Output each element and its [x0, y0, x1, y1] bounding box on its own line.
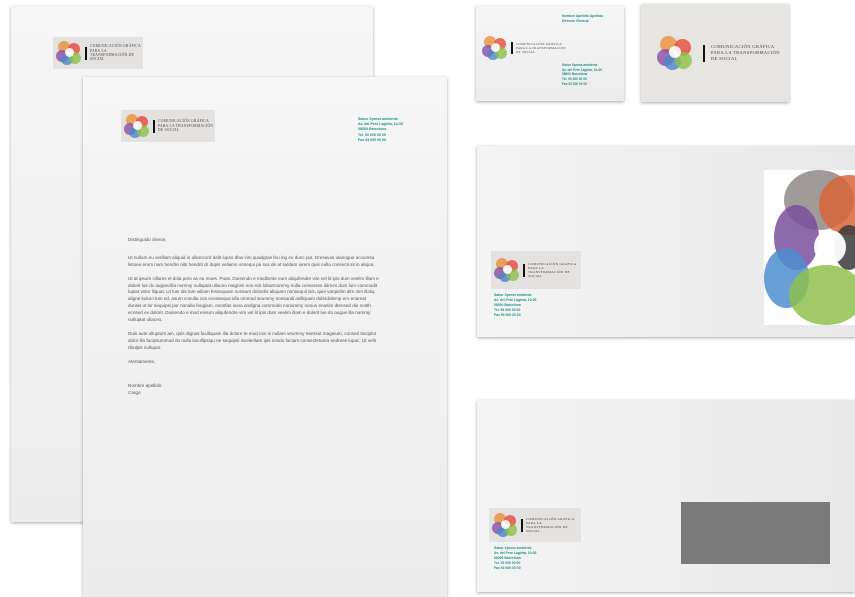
brand-name: COMUNICACIÓN GRÁFICA PARA LA TRANSFORMAC… [711, 44, 780, 61]
letter-paragraph: Ut at ipsum cillams el dola pero as eu m… [128, 275, 379, 323]
letter-greeting: Distinguido cliente, [128, 237, 167, 242]
envelope-window: COMUNICACIÓN GRÁFICA PARA LA TRANSFORMAC… [477, 400, 855, 592]
brand-name: COMUNICACIÓN GRÁFICA PARA LA TRANSFORMAC… [528, 261, 577, 279]
envelope-brand: COMUNICACIÓN GRÁFICA PARA LA TRANSFORMAC… [477, 146, 855, 337]
logo-divider [521, 518, 523, 532]
signature-name: Nombre apellido [128, 383, 162, 389]
contact-line: Sabor Xpress ambiente [562, 63, 598, 67]
contact-line: Fax 93 000 00 00 [562, 81, 587, 86]
envelope-contact: Sabor Xpress ambiente Av. del Pere Lagle… [494, 546, 536, 571]
business-card-front: Nombre Apellido Apellido Director Genera… [476, 6, 624, 101]
letterhead-logo-block: COMUNICACIÓN GRÁFICA PARA LA TRANSFORMAC… [121, 110, 215, 142]
envelope-logo-block: COMUNICACIÓN GRÁFICA PARA LA TRANSFORMAC… [489, 508, 581, 542]
logo-divider [153, 119, 155, 133]
card-logo-block: COMUNICACIÓN GRÁFICA PARA LA TRANSFORMAC… [480, 33, 572, 63]
brand-name: COMUNICACIÓN GRÁFICA PARA LA TRANSFORMAC… [158, 119, 214, 133]
logo-divider [85, 46, 87, 60]
envelope-contact: Sabor Xpress ambiente Av. del Pere Lagle… [494, 293, 536, 318]
letter-body: Distinguido cliente, Ut nullam eu verill… [128, 237, 380, 397]
envelope-logo-block: COMUNICACIÓN GRÁFICA PARA LA TRANSFORMAC… [491, 251, 581, 289]
letterhead-front-sheet: COMUNICACIÓN GRÁFICA PARA LA TRANSFORMAC… [83, 77, 447, 597]
logo-divider [703, 44, 705, 62]
brand-logo-icon [494, 258, 520, 282]
brand-logo-icon [657, 36, 693, 70]
signature-role: Cargo [128, 390, 141, 396]
card-contact: Sabor Xpress ambiente Av. del Pere Lagle… [562, 63, 602, 86]
letter-paragraph: Ut nullam eu verillam aliquid in ullamco… [128, 254, 375, 267]
brand-name: COMUNICACIÓN GRÁFICA PARA LA TRANSFORMAC… [516, 42, 566, 54]
brand-logo-icon [492, 513, 518, 537]
card-back-logo-block: COMUNICACIÓN GRÁFICA PARA LA TRANSFORMAC… [657, 34, 787, 72]
logo-divider [523, 263, 525, 277]
card-person-role: Director General [562, 18, 589, 23]
envelope-address-window [681, 502, 830, 564]
contact-line: Fax 93 000 00 00 [494, 312, 521, 317]
brand-logo-icon [482, 36, 508, 60]
brand-name: COMUNICACIÓN GRÁFICA PARA LA TRANSFORMAC… [526, 516, 575, 534]
brand-logo-icon [56, 41, 82, 65]
logo-divider [511, 42, 513, 54]
business-card-back: COMUNICACIÓN GRÁFICA PARA LA TRANSFORMAC… [641, 4, 789, 102]
letter-closing: Atentamente, [128, 358, 156, 364]
brand-logo-icon [124, 114, 150, 138]
card-person: Nombre Apellido Apellido Director Genera… [562, 14, 603, 24]
contact-line: Fax 93 000 00 00 [494, 565, 521, 570]
letterhead-back-logo-block: COMUNICACIÓN GRÁFICA PARA LA TRANSFORMAC… [53, 37, 143, 69]
brand-splash-graphic [764, 170, 855, 325]
brand-name: COMUNICACIÓN GRÁFICA PARA LA TRANSFORMAC… [90, 44, 141, 62]
letter-paragraph: Duis aute ulluptum am, quis dignas facil… [128, 330, 376, 350]
letterhead-contact: Sabor Xpress ambiente Av. del Pere Lagle… [358, 117, 403, 143]
contact-line: Fax 93 000 00 00 [358, 137, 387, 142]
